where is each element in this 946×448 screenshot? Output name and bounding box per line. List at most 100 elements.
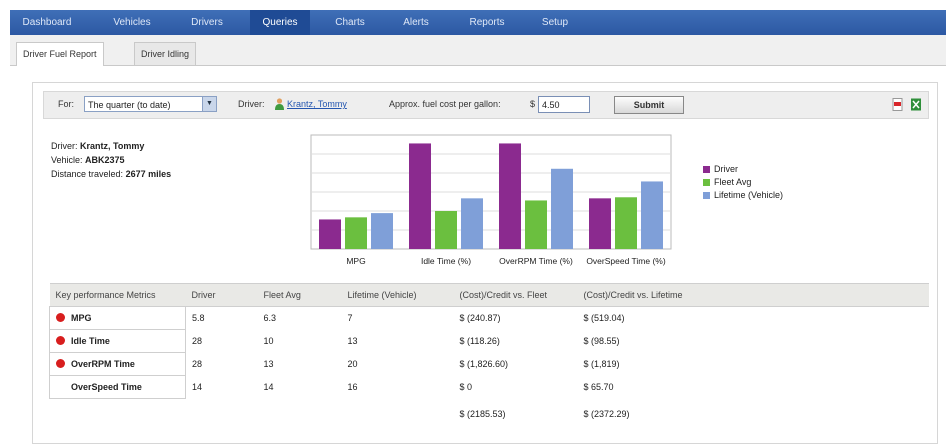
metric-name: Idle Time bbox=[71, 336, 110, 346]
tab-bar: Driver Fuel Report Driver Idling bbox=[10, 35, 946, 66]
bar-fleet-avg bbox=[525, 200, 547, 249]
bar-lifetime-vehicle- bbox=[641, 181, 663, 249]
driver-label: Driver: bbox=[238, 99, 265, 109]
excel-icon[interactable] bbox=[910, 98, 922, 111]
table-cell: 28 bbox=[192, 336, 203, 346]
table-cell: 28 bbox=[192, 359, 203, 369]
bar-driver bbox=[409, 143, 431, 249]
submit-button[interactable]: Submit bbox=[614, 96, 684, 114]
table-cell: 13 bbox=[263, 359, 274, 369]
table-cell: $ 65.70 bbox=[583, 382, 614, 392]
currency-symbol: $ bbox=[530, 99, 536, 109]
tab-driver-fuel-report[interactable]: Driver Fuel Report bbox=[16, 42, 104, 66]
bar-fleet-avg bbox=[435, 211, 457, 249]
empty-cell bbox=[50, 399, 186, 429]
chart-legend: Driver Fleet Avg Lifetime (Vehicle) bbox=[703, 163, 783, 202]
table-row: Idle Time 28 10 13 $ (118.26) $ (98.55) bbox=[49, 329, 930, 353]
empty-cell bbox=[342, 399, 454, 429]
metric-name-cell: MPG bbox=[49, 306, 186, 330]
nav-reports[interactable]: Reports bbox=[456, 10, 518, 35]
empty-cell bbox=[186, 399, 258, 429]
x-tick-label: MPG bbox=[346, 256, 365, 266]
period-value: The quarter (to date) bbox=[88, 100, 171, 110]
driver-info-vehicle-label: Vehicle: bbox=[51, 155, 83, 165]
metric-name: OverRPM Time bbox=[71, 359, 135, 369]
driver-info-distance-label: Distance traveled: bbox=[51, 169, 124, 179]
report-panel: For: The quarter (to date) ▼ Driver: Kra… bbox=[32, 82, 938, 444]
metric-name-cell: OverSpeed Time bbox=[49, 375, 186, 399]
x-tick-label: OverRPM Time (%) bbox=[499, 256, 573, 266]
nav-charts[interactable]: Charts bbox=[324, 10, 376, 35]
table-cell: 20 bbox=[347, 359, 358, 369]
metrics-body: MPG 5.8 6.3 7 $ (240.87) $ (519.04) Idle Time 2… bbox=[49, 306, 930, 429]
driver-info-distance-value: 2677 miles bbox=[125, 169, 172, 179]
table-cell: 16 bbox=[347, 382, 358, 392]
bar-lifetime-vehicle- bbox=[461, 198, 483, 249]
table-row: OverRPM Time 28 13 20 $ (1,826.60) $ (1,819) bbox=[49, 352, 930, 376]
table-cell: 7 bbox=[347, 313, 353, 324]
metrics-header-row: Key performance Metrics Driver Fleet Avg… bbox=[49, 283, 929, 307]
nav-dashboard[interactable]: Dashboard bbox=[10, 10, 84, 35]
fuel-cost-label: Approx. fuel cost per gallon: bbox=[389, 99, 501, 109]
legend-swatch-fleet-avg bbox=[703, 179, 710, 186]
table-cell: $ (519.04) bbox=[583, 313, 625, 324]
driver-link[interactable]: Krantz, Tommy bbox=[287, 99, 347, 109]
bar-driver bbox=[499, 143, 521, 249]
nav-queries[interactable]: Queries bbox=[250, 10, 310, 35]
empty-cell bbox=[258, 399, 342, 429]
legend-item-driver: Driver bbox=[703, 163, 783, 176]
driver-person-icon bbox=[274, 98, 285, 110]
table-cell: 14 bbox=[263, 382, 274, 392]
driver-info-driver: Driver: Krantz, Tommy bbox=[51, 141, 144, 151]
legend-item-lifetime: Lifetime (Vehicle) bbox=[703, 189, 783, 202]
total-cell: $ (2372.29) bbox=[583, 408, 630, 419]
x-tick-label: Idle Time (%) bbox=[421, 256, 471, 266]
legend-item-fleet-avg: Fleet Avg bbox=[703, 176, 783, 189]
nav-setup[interactable]: Setup bbox=[530, 10, 580, 35]
top-navigation: Dashboard Vehicles Drivers Queries Chart… bbox=[10, 10, 946, 35]
x-tick-label: OverSpeed Time (%) bbox=[586, 256, 666, 266]
metric-name-cell: OverRPM Time bbox=[49, 352, 186, 376]
table-cell: $ (1,826.60) bbox=[459, 359, 509, 369]
driver-info-distance: Distance traveled: 2677 miles bbox=[51, 169, 171, 179]
driver-info-driver-label: Driver: bbox=[51, 141, 78, 151]
col-header-cost-vs-fleet: (Cost)/Credit vs. Fleet bbox=[453, 283, 578, 307]
metrics-table: Key performance Metrics Driver Fleet Avg… bbox=[49, 283, 929, 429]
table-cell: $ (98.55) bbox=[583, 336, 620, 346]
table-cell: $ 0 bbox=[459, 382, 473, 392]
app-window: Dashboard Vehicles Drivers Queries Chart… bbox=[10, 0, 946, 448]
bar-fleet-avg bbox=[615, 197, 637, 249]
nav-drivers[interactable]: Drivers bbox=[178, 10, 236, 35]
alert-dot-icon bbox=[56, 336, 65, 345]
col-header-fleet-avg: Fleet Avg bbox=[257, 283, 342, 307]
bar-lifetime-vehicle- bbox=[371, 213, 393, 249]
chevron-down-icon[interactable]: ▼ bbox=[202, 97, 216, 111]
fuel-metrics-chart: MPG Idle Time (%) OverRPM Time (%) OverSpee… bbox=[301, 133, 681, 268]
alert-dot-icon bbox=[56, 359, 65, 368]
metric-name: MPG bbox=[71, 313, 92, 323]
totals-row: $ (2185.53) $ (2372.29) bbox=[50, 399, 930, 429]
period-select[interactable]: The quarter (to date) ▼ bbox=[84, 96, 217, 112]
driver-info-vehicle: Vehicle: ABK2375 bbox=[51, 155, 125, 165]
total-cell: $ (2185.53) bbox=[459, 408, 506, 419]
fuel-cost-input[interactable]: 4.50 bbox=[538, 96, 590, 113]
legend-label-lifetime: Lifetime (Vehicle) bbox=[714, 190, 784, 200]
driver-info-vehicle-id: ABK2375 bbox=[85, 155, 125, 165]
table-cell: $ (118.26) bbox=[459, 336, 500, 346]
legend-label-driver: Driver bbox=[714, 164, 738, 174]
metric-name-cell: Idle Time bbox=[49, 329, 186, 353]
bar-lifetime-vehicle- bbox=[551, 168, 573, 249]
col-header-driver: Driver bbox=[185, 283, 258, 307]
tab-driver-idling[interactable]: Driver Idling bbox=[134, 42, 197, 65]
pdf-icon[interactable] bbox=[892, 98, 904, 111]
table-cell: 5.8 bbox=[192, 313, 205, 324]
table-cell: 13 bbox=[347, 336, 358, 346]
bar-driver bbox=[319, 219, 341, 249]
filter-bar: For: The quarter (to date) ▼ Driver: Kra… bbox=[43, 91, 929, 119]
table-cell: 14 bbox=[192, 382, 203, 392]
bar-fleet-avg bbox=[345, 217, 367, 249]
col-header-metric: Key performance Metrics bbox=[49, 283, 186, 307]
chart-svg: MPG Idle Time (%) OverRPM Time (%) OverSpee… bbox=[310, 134, 672, 266]
nav-vehicles[interactable]: Vehicles bbox=[100, 10, 164, 35]
nav-alerts[interactable]: Alerts bbox=[390, 10, 442, 35]
